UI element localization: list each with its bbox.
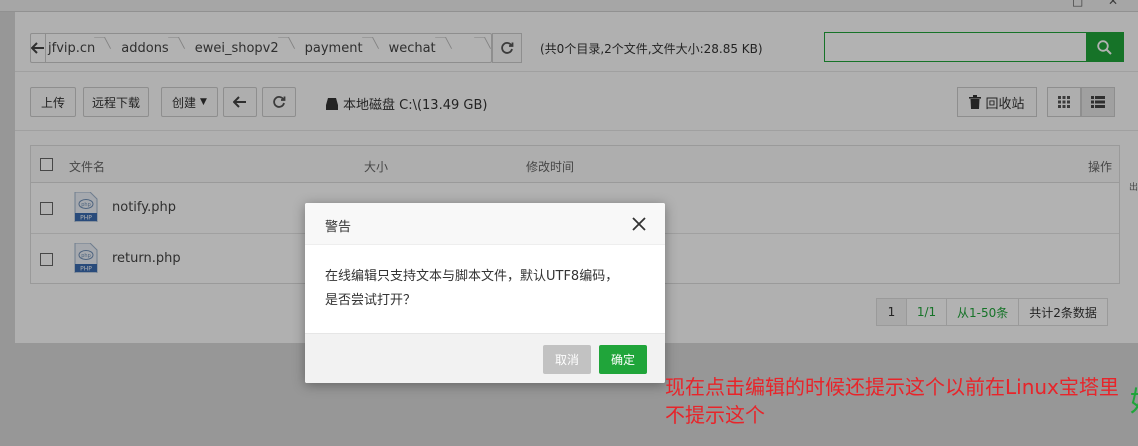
close-icon[interactable] <box>631 216 647 232</box>
dialog-title: 警告 <box>325 220 352 235</box>
cancel-button[interactable]: 取消 <box>543 345 591 374</box>
dialog-message-line2: 是否尝试打开？ <box>325 293 417 308</box>
dialog-footer: 取消 确定 <box>305 333 665 383</box>
dialog-message: 在线编辑只支持文本与脚本文件，默认UTF8编码， 是否尝试打开？ <box>325 265 650 313</box>
warning-dialog: 警告 在线编辑只支持文本与脚本文件，默认UTF8编码， 是否尝试打开？ 取消 确… <box>305 203 665 383</box>
edge-fragment-large: 好 <box>1130 380 1138 420</box>
annotation-text: 现在点击编辑的时候还提示这个以前在Linux宝塔里不提示这个 <box>665 375 1119 427</box>
dialog-message-line1: 在线编辑只支持文本与脚本文件，默认UTF8编码， <box>325 269 619 284</box>
confirm-button[interactable]: 确定 <box>599 345 647 374</box>
dialog-header: 警告 <box>305 203 665 245</box>
